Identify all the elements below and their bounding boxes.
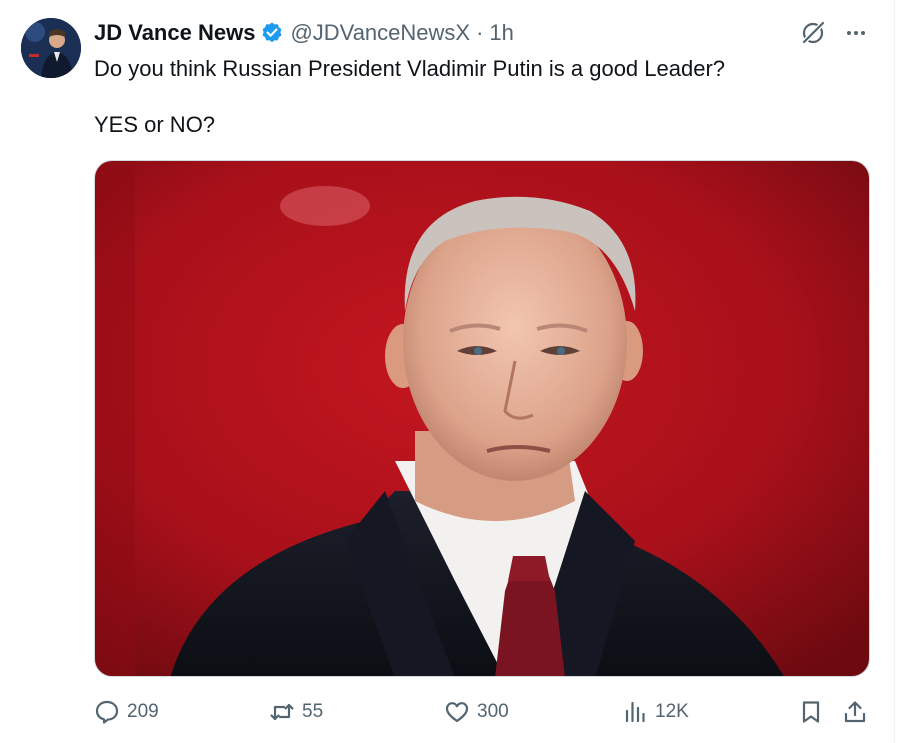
- post-text-line: Do you think Russian President Vladimir …: [94, 56, 726, 81]
- reply-bubble-icon: [94, 699, 120, 725]
- post-header: JD Vance News @JDVanceNewsX · 1h: [94, 18, 514, 48]
- author-handle[interactable]: @JDVanceNewsX: [290, 20, 470, 46]
- author-name[interactable]: JD Vance News: [94, 20, 255, 46]
- more-dots-icon[interactable]: [844, 21, 868, 45]
- column-divider: [894, 0, 895, 743]
- post-text: Do you think Russian President Vladimir …: [94, 55, 874, 139]
- reply-button[interactable]: 209: [94, 696, 159, 728]
- bookmark-icon: [798, 699, 824, 725]
- tweet[interactable]: JD Vance News @JDVanceNewsX · 1h Do you …: [0, 0, 901, 743]
- heart-icon: [444, 699, 470, 725]
- repost-button[interactable]: 55: [269, 696, 323, 728]
- repost-arrows-icon: [269, 699, 295, 725]
- verified-badge-icon: [260, 21, 284, 45]
- bar-chart-icon: [622, 699, 648, 725]
- grok-slash-icon[interactable]: [800, 20, 826, 46]
- share-upload-icon: [842, 699, 868, 725]
- reply-count: 209: [127, 701, 159, 722]
- like-button[interactable]: 300: [444, 696, 509, 728]
- views-button[interactable]: 12K: [622, 696, 689, 728]
- bookmark-button[interactable]: [798, 696, 831, 728]
- post-top-actions: [800, 20, 868, 46]
- post-time[interactable]: 1h: [489, 20, 513, 46]
- share-button[interactable]: [842, 696, 875, 728]
- post-text-line: YES or NO?: [94, 112, 216, 137]
- post-actions-bar: 209 55 300 12K: [94, 696, 870, 728]
- views-count: 12K: [655, 701, 689, 722]
- post-image[interactable]: [94, 160, 870, 677]
- avatar[interactable]: [21, 18, 81, 78]
- repost-count: 55: [302, 701, 324, 722]
- separator-dot: ·: [476, 20, 484, 45]
- like-count: 300: [477, 701, 509, 722]
